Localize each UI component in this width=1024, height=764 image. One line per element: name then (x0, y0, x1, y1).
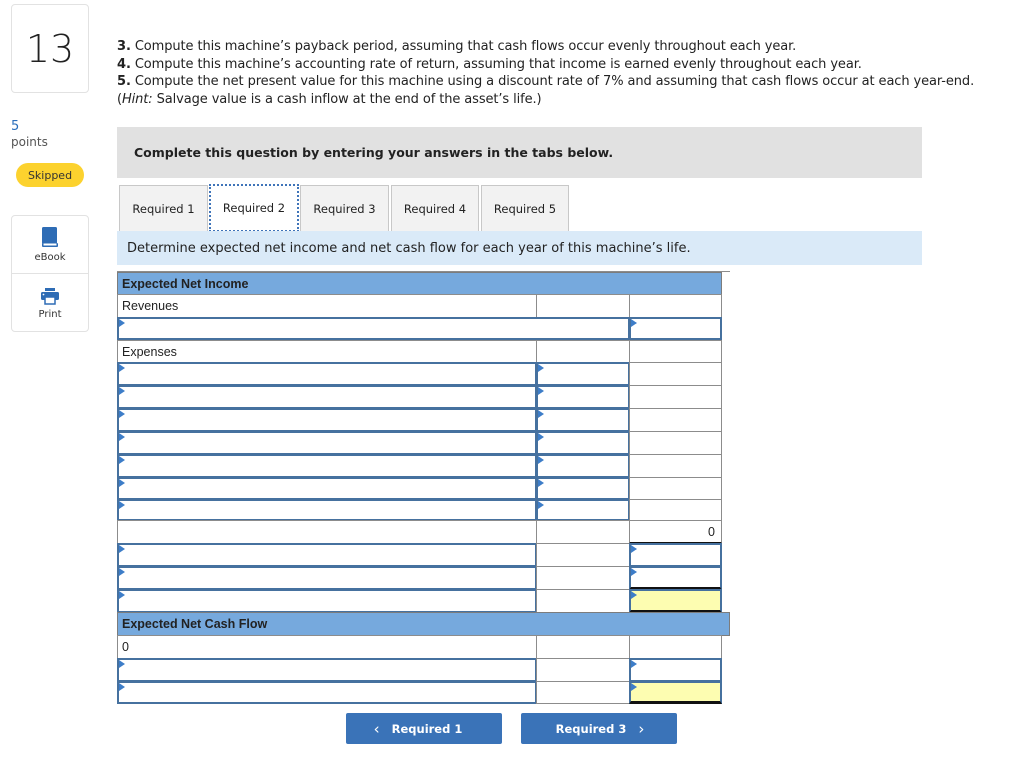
book-icon (42, 227, 58, 247)
print-label: Print (38, 308, 62, 320)
net-cash-flow-label-input[interactable] (117, 681, 537, 704)
expense-label-input[interactable] (117, 431, 537, 455)
ebook-label: eBook (34, 252, 66, 263)
tab-required-4[interactable]: Required 4 (391, 185, 479, 231)
expense-label-input[interactable] (117, 408, 537, 432)
blank-cell (629, 362, 722, 386)
instructions-bar: Complete this question by entering your … (117, 127, 922, 178)
blank-cell (536, 635, 630, 659)
net-income-label-input[interactable] (117, 589, 537, 613)
expense-amount-input[interactable] (536, 454, 630, 478)
blank-cell (629, 385, 722, 409)
prev-required-button[interactable]: ‹ Required 1 (346, 713, 502, 744)
tab-description: Determine expected net income and net ca… (117, 231, 922, 265)
blank-cell (536, 681, 630, 704)
blank-cell (536, 520, 630, 544)
prev-required-label: Required 1 (391, 721, 463, 736)
expense-amount-input[interactable] (536, 431, 630, 455)
blank-cell (536, 340, 630, 363)
blank-cell (117, 520, 537, 544)
tab-required-3[interactable]: Required 3 (300, 185, 389, 231)
revenues-label-input[interactable] (117, 317, 630, 340)
question-text: 3. Compute this machine’s payback period… (117, 38, 1007, 108)
revenues-label: Revenues (117, 294, 537, 318)
ebook-button[interactable]: eBook (12, 216, 88, 274)
blank-cell (536, 543, 630, 567)
expense-label-input[interactable] (117, 362, 537, 386)
expenses-label: Expenses (117, 340, 537, 363)
blank-cell (629, 294, 722, 318)
blank-cell (536, 566, 630, 590)
net-income-header: Expected Net Income (117, 272, 722, 295)
blank-cell (629, 408, 722, 432)
question-number: 13 (11, 4, 89, 93)
expense-label-input[interactable] (117, 477, 537, 500)
blank-cell (629, 477, 722, 500)
printer-icon (41, 287, 59, 305)
net-income-amount-input[interactable] (629, 589, 722, 613)
blank-cell (629, 635, 722, 659)
blank-cell (629, 431, 722, 455)
expense-amount-input[interactable] (536, 408, 630, 432)
blank-cell (629, 340, 722, 363)
expense-label-input[interactable] (117, 499, 537, 521)
net-cash-flow-amount-input[interactable] (629, 681, 722, 704)
cash-flow-label-input[interactable] (117, 658, 537, 682)
expense-amount-input[interactable] (536, 477, 630, 500)
chevron-right-icon: › (638, 719, 645, 738)
tab-required-5[interactable]: Required 5 (481, 185, 569, 231)
status-badge: Skipped (16, 163, 84, 187)
blank-cell (536, 658, 630, 682)
cash-flow-start-value: 0 (117, 635, 537, 659)
expense-amount-input[interactable] (536, 385, 630, 409)
tab-required-1[interactable]: Required 1 (119, 185, 208, 231)
blank-cell (629, 499, 722, 521)
expense-amount-input[interactable] (536, 499, 630, 521)
question-5: 5. Compute the net present value for thi… (117, 74, 975, 89)
revenues-amount-input[interactable] (629, 317, 722, 340)
points-label: points (11, 135, 48, 149)
points-value: 5 (11, 119, 20, 134)
income-label-input[interactable] (117, 543, 537, 567)
total-expenses-value: 0 (629, 520, 722, 544)
next-required-button[interactable]: Required 3 › (521, 713, 677, 744)
cash-flow-amount-input[interactable] (629, 658, 722, 682)
expense-label-input[interactable] (117, 454, 537, 478)
tab-required-2[interactable]: Required 2 (209, 184, 299, 232)
income-amount-input[interactable] (629, 566, 722, 590)
blank-cell (536, 589, 630, 613)
blank-cell (536, 294, 630, 318)
expense-label-input[interactable] (117, 385, 537, 409)
question-3: 3. Compute this machine’s payback period… (117, 39, 797, 54)
income-label-input[interactable] (117, 566, 537, 590)
net-cash-flow-header: Expected Net Cash Flow (117, 612, 730, 636)
expense-amount-input[interactable] (536, 362, 630, 386)
income-amount-input[interactable] (629, 543, 722, 567)
question-4: 4. Compute this machine’s accounting rat… (117, 56, 862, 72)
chevron-left-icon: ‹ (373, 719, 380, 738)
next-required-label: Required 3 (555, 721, 627, 736)
blank-cell (629, 454, 722, 478)
hint: (Hint: Salvage value is a cash inflow at… (117, 91, 542, 107)
tools-panel: eBook Print (11, 215, 89, 332)
print-button[interactable]: Print (12, 274, 88, 332)
